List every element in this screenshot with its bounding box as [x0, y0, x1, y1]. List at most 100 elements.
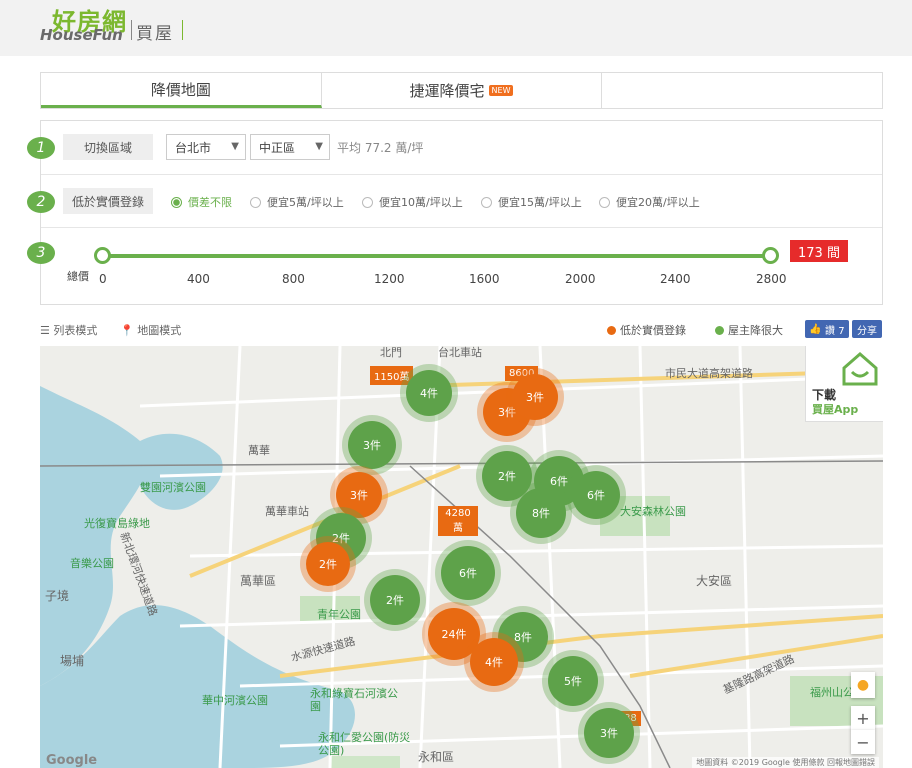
tab-label: 捷運降價宅	[409, 82, 485, 100]
tick-label: 0	[99, 272, 107, 286]
house-smile-icon	[842, 352, 878, 386]
tick-label: 1600	[469, 272, 500, 286]
cluster-marker[interactable]: 6件	[572, 471, 620, 519]
zoom-out-button[interactable]: −	[851, 730, 875, 754]
price-slider-track[interactable]	[103, 254, 771, 258]
map-pin-icon: 📍	[120, 324, 134, 337]
cluster-marker[interactable]: 2件	[306, 542, 350, 586]
map-label: 華中河濱公園	[202, 694, 268, 707]
map-label: 北門	[380, 346, 402, 359]
filter-panel: 1 切換區域 台北市 ▼ 中正區 ▼ 平均 77.2 萬/坪 2 低於實價登錄 價差…	[27, 120, 883, 305]
tick-label: 2000	[565, 272, 596, 286]
cluster-marker[interactable]: 4件	[470, 638, 518, 686]
map-label: 永和仁愛公園(防災公園)	[318, 731, 411, 757]
radio-label: 便宜5萬/坪以上	[267, 196, 344, 209]
app-download-promo[interactable]: 下載 買屋App	[805, 346, 883, 422]
logo-english[interactable]: HouseFun	[40, 26, 123, 44]
list-mode-label: 列表模式	[53, 324, 98, 337]
share-label: 分享	[857, 325, 877, 337]
view-mode-bar: ☰ 列表模式 📍 地圖模式 低於實價登錄 屋主降很大 👍 讚 7 分享	[40, 320, 883, 340]
legend-orange: 低於實價登錄	[607, 322, 686, 338]
google-logo: Google	[46, 753, 98, 768]
city-select[interactable]: 台北市 ▼	[166, 134, 246, 160]
cluster-marker[interactable]: 3件	[512, 374, 558, 420]
district-value: 中正區	[259, 140, 296, 155]
map-label: 場埔	[60, 654, 85, 668]
map-label: 萬華	[248, 444, 270, 457]
tick-label: 2400	[660, 272, 691, 286]
map-mode-toggle[interactable]: 📍 地圖模式	[120, 322, 181, 338]
map-label: 台北車站	[438, 346, 482, 359]
price-marker[interactable]: 4280萬	[438, 506, 478, 536]
cluster-marker[interactable]: 5件	[548, 656, 598, 706]
app-promo-line2: 買屋App	[812, 403, 859, 416]
green-dot-icon	[715, 325, 724, 335]
chevron-down-icon: ▼	[231, 141, 239, 152]
price-marker[interactable]: 1150萬	[370, 366, 414, 385]
step-2-badge: 2	[27, 191, 55, 213]
step-1-badge: 1	[27, 137, 55, 159]
like-label: 讚 7	[825, 325, 845, 337]
facebook-share-button[interactable]: 分享	[852, 320, 882, 338]
section-divider	[182, 20, 183, 40]
district-select[interactable]: 中正區 ▼	[250, 134, 330, 160]
map-label: 子境	[45, 589, 70, 603]
logo-divider	[131, 20, 132, 40]
orange-dot-icon	[607, 325, 616, 335]
slider-min-handle[interactable]	[94, 247, 111, 264]
tab-bar: 降價地圖 捷運降價宅 NEW	[40, 72, 883, 109]
step-3-badge: 3	[27, 242, 55, 264]
tab-label: 降價地圖	[150, 80, 211, 99]
list-mode-toggle[interactable]: ☰ 列表模式	[40, 322, 97, 338]
map-label: 萬華區	[240, 574, 277, 588]
map-label: 市民大道高架道路	[665, 367, 753, 380]
radio-label: 便宜15萬/坪以上	[498, 196, 582, 209]
new-badge: NEW	[488, 85, 514, 96]
zoom-in-button[interactable]: +	[851, 706, 875, 730]
facebook-like-button[interactable]: 👍 讚 7	[805, 320, 849, 338]
radio-dot	[362, 196, 373, 208]
legend-label: 低於實價登錄	[620, 324, 686, 337]
map-label: 永和區	[418, 750, 455, 764]
tick-label: 1200	[374, 272, 405, 286]
radio-dot	[599, 196, 610, 208]
radio-5[interactable]: 便宜5萬/坪以上	[250, 194, 344, 210]
price-range-row: 3 總價 0 400 800 1200 1600 2000 2400 2800 …	[27, 228, 882, 305]
map-canvas[interactable]: 北門 台北車站 萬華 萬華車站 萬華區 大安區 永和區 雙園河濱公園 光復寶島綠…	[40, 346, 883, 768]
radio-dot	[171, 196, 182, 208]
average-price: 平均 77.2 萬/坪	[337, 141, 424, 155]
cluster-marker[interactable]: 3件	[336, 472, 382, 518]
tab-price-drop-map[interactable]: 降價地圖	[41, 73, 322, 108]
radio-label: 便宜20萬/坪以上	[616, 196, 700, 209]
section-title[interactable]: 買屋	[136, 19, 174, 44]
tick-label: 800	[282, 272, 305, 286]
radio-no-limit[interactable]: 價差不限	[171, 194, 232, 210]
radio-20[interactable]: 便宜20萬/坪以上	[599, 194, 700, 210]
radio-dot	[250, 196, 261, 208]
radio-15[interactable]: 便宜15萬/坪以上	[481, 194, 582, 210]
city-value: 台北市	[175, 140, 212, 155]
radio-10[interactable]: 便宜10萬/坪以上	[362, 194, 463, 210]
street-view-pegman-icon[interactable]: ●	[851, 672, 875, 698]
map-label: 音樂公園	[70, 557, 114, 570]
cluster-marker[interactable]: 2件	[370, 575, 420, 625]
region-row: 1 切換區域 台北市 ▼ 中正區 ▼ 平均 77.2 萬/坪	[27, 121, 882, 175]
cluster-marker[interactable]: 3件	[348, 421, 396, 469]
slider-max-handle[interactable]	[762, 247, 779, 264]
site-header: 好房網 HouseFun 買屋	[0, 0, 912, 56]
map-label: 雙園河濱公園	[140, 481, 206, 494]
total-price-label: 總價	[67, 270, 89, 283]
chevron-down-icon: ▼	[315, 141, 323, 152]
tab-mrt-discount[interactable]: 捷運降價宅 NEW	[322, 73, 603, 108]
result-count-badge: 173 間	[790, 240, 848, 262]
price-diff-label: 低於實價登錄	[63, 188, 153, 214]
map-label: 永和綠寶石河濱公園	[310, 687, 398, 713]
cluster-marker[interactable]: 8件	[516, 488, 566, 538]
cluster-marker[interactable]: 3件	[584, 708, 634, 758]
cluster-marker[interactable]: 4件	[406, 370, 452, 416]
map-label: 萬華車站	[265, 505, 309, 518]
cluster-marker[interactable]: 6件	[441, 546, 495, 600]
map-attribution[interactable]: 地圖資料 ©2019 Google 使用條款 回報地圖錯誤	[692, 757, 879, 768]
radio-label: 便宜10萬/坪以上	[379, 196, 463, 209]
legend-green: 屋主降很大	[715, 322, 783, 338]
